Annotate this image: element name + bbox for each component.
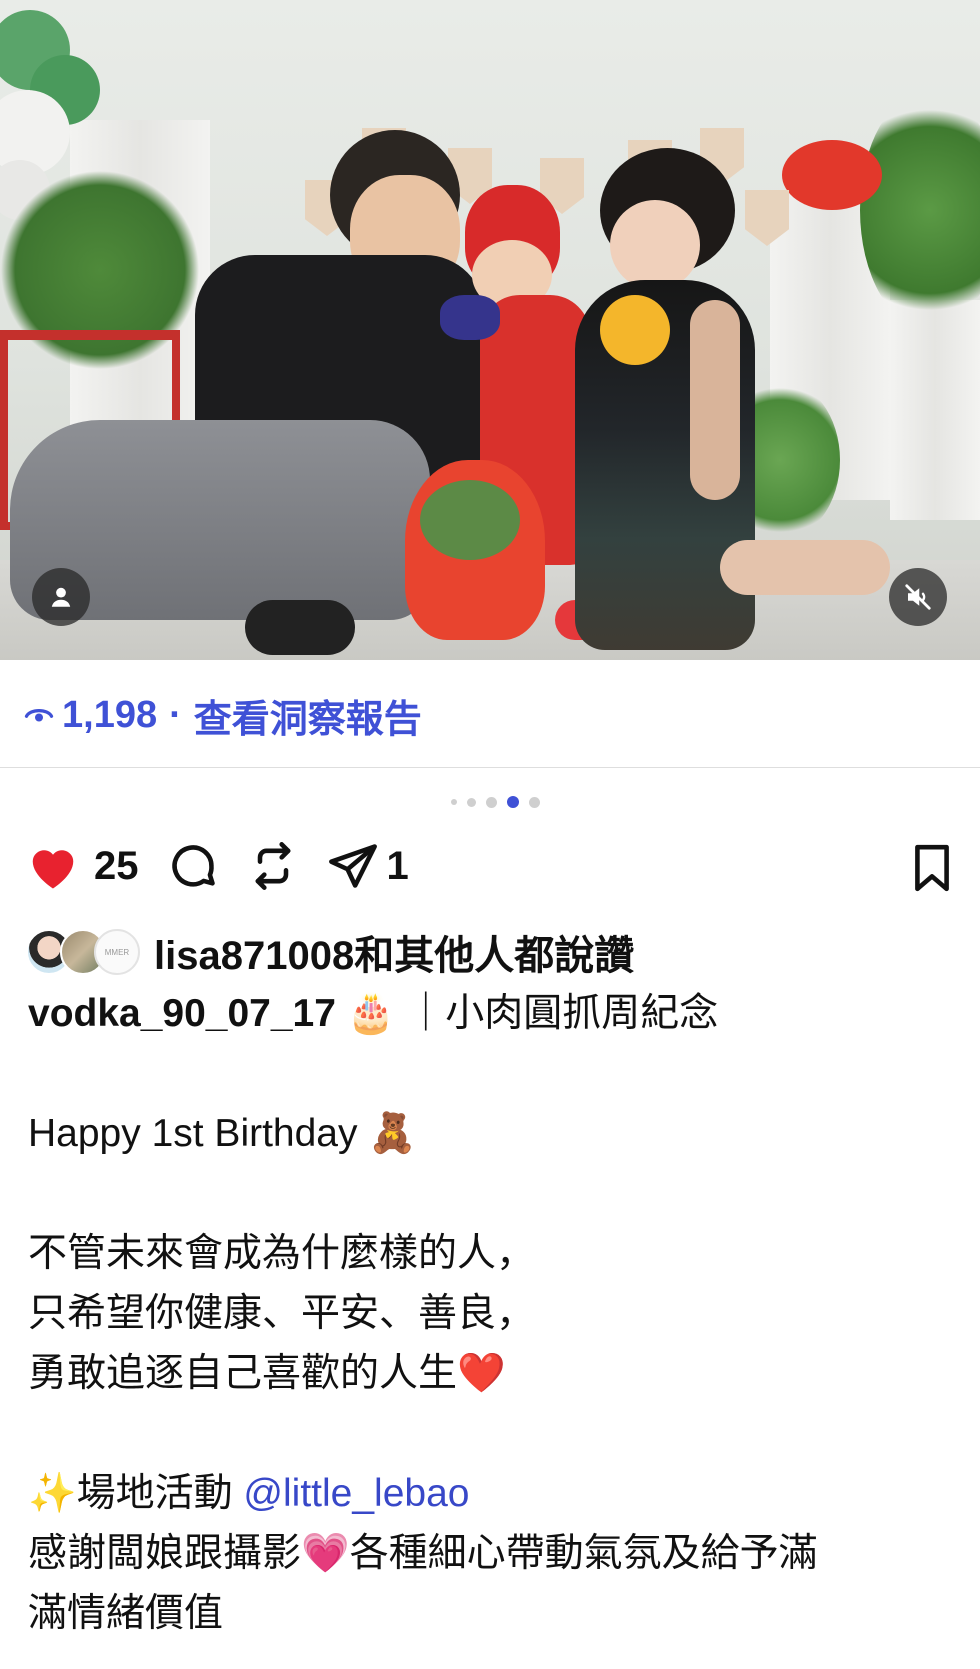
liked-by-suffix: 和其他人都說讚 bbox=[354, 934, 635, 978]
caption-line: 感謝闆娘跟攝影💗各種細心帶動氣氛及給予滿 bbox=[28, 1524, 958, 1584]
caption-author[interactable]: vodka_90_07_17 bbox=[28, 992, 336, 1035]
man-sock bbox=[245, 600, 355, 655]
carousel-indicator bbox=[0, 796, 980, 808]
carousel-dot bbox=[528, 796, 540, 808]
insights-link[interactable]: 查看洞察報告 bbox=[194, 688, 422, 743]
caption-line: Happy 1st Birthday 🧸 bbox=[28, 1104, 958, 1164]
views-count: 1,198 bbox=[62, 693, 158, 736]
likes-count: 25 bbox=[94, 843, 139, 888]
shares-count: 1 bbox=[386, 843, 409, 888]
divider bbox=[0, 767, 980, 768]
lion-toy-face bbox=[420, 480, 520, 560]
carousel-dot-active bbox=[506, 796, 519, 808]
bookmark-button[interactable] bbox=[910, 843, 954, 898]
user-tag-icon bbox=[51, 587, 71, 607]
pink-heart-emoji: 💗 bbox=[301, 1532, 350, 1575]
blue-toy bbox=[440, 295, 500, 340]
caption-text: 感謝闆娘跟攝影 bbox=[28, 1532, 302, 1575]
heart-emoji: ❤️ bbox=[457, 1352, 506, 1395]
heart-icon bbox=[32, 850, 74, 889]
liked-by-row[interactable]: MMER lisa871008和其他人都說讚 bbox=[26, 924, 634, 980]
sparkles-emoji: ✨ bbox=[28, 1472, 77, 1515]
bookmark-icon bbox=[915, 844, 949, 892]
repost-icon bbox=[255, 842, 290, 890]
caption-line: 滿情緒價值 bbox=[28, 1592, 224, 1635]
caption-line: vodka_90_07_17 🎂 ｜小肉圓抓周紀念 bbox=[28, 984, 958, 1044]
carousel-dot bbox=[450, 799, 457, 805]
avatar-text: MMER bbox=[104, 947, 130, 957]
caption-line: 勇敢追逐自己喜歡的人生❤️ bbox=[28, 1344, 958, 1404]
background-pillar bbox=[890, 300, 980, 520]
share-button[interactable]: 1 bbox=[327, 840, 409, 892]
caption-title: ｜小肉圓抓周紀念 bbox=[406, 992, 719, 1035]
woman-legs bbox=[720, 540, 890, 595]
decor-tomato bbox=[782, 140, 882, 210]
caption-text: 各種細心帶動氣氛及給予滿 bbox=[349, 1532, 818, 1575]
like-button[interactable]: 25 bbox=[26, 841, 139, 891]
repost-button[interactable] bbox=[247, 840, 299, 892]
user-tag-button[interactable] bbox=[32, 568, 90, 626]
avatar: MMER bbox=[94, 929, 140, 975]
woman-arm bbox=[690, 300, 740, 500]
caption-line: 不管未來會成為什麼樣的人， bbox=[28, 1232, 536, 1275]
comment-button[interactable] bbox=[167, 840, 219, 892]
caption-birthday: Happy 1st Birthday bbox=[28, 1112, 358, 1155]
cake-emoji: 🎂 bbox=[346, 992, 396, 1035]
views-insights-row[interactable]: 1,198 · 查看洞察報告 bbox=[24, 688, 422, 743]
woman-face bbox=[610, 200, 700, 290]
liker-avatars: MMER bbox=[26, 929, 140, 975]
caption-line: 只希望你健康、平安、善良， bbox=[28, 1292, 536, 1335]
bear-emoji: 🧸 bbox=[368, 1112, 417, 1155]
post-photo[interactable] bbox=[0, 0, 980, 660]
carousel-dot bbox=[485, 796, 497, 808]
post-caption: vodka_90_07_17 🎂 ｜小肉圓抓周紀念 Happy 1st Birt… bbox=[28, 984, 958, 1644]
liked-by-text: lisa871008和其他人都說讚 bbox=[154, 923, 634, 981]
mute-icon bbox=[905, 584, 931, 610]
comment-icon bbox=[171, 845, 215, 887]
eye-icon bbox=[24, 709, 54, 722]
separator: · bbox=[169, 693, 182, 736]
mute-button[interactable] bbox=[889, 568, 947, 626]
share-icon bbox=[328, 844, 377, 888]
carousel-dot bbox=[466, 797, 476, 807]
caption-blank bbox=[28, 1044, 958, 1104]
venue-mention[interactable]: @little_lebao bbox=[243, 1472, 469, 1515]
caption-text: 勇敢追逐自己喜歡的人生 bbox=[28, 1352, 458, 1395]
venue-label: 場地活動 bbox=[76, 1472, 233, 1515]
caption-line: ✨場地活動 @little_lebao bbox=[28, 1464, 958, 1524]
liked-by-user[interactable]: lisa871008 bbox=[154, 934, 354, 978]
caption-blank bbox=[28, 1164, 958, 1224]
yellow-toy bbox=[600, 295, 670, 365]
caption-blank bbox=[28, 1404, 958, 1464]
action-bar: 25 1 bbox=[26, 836, 956, 896]
